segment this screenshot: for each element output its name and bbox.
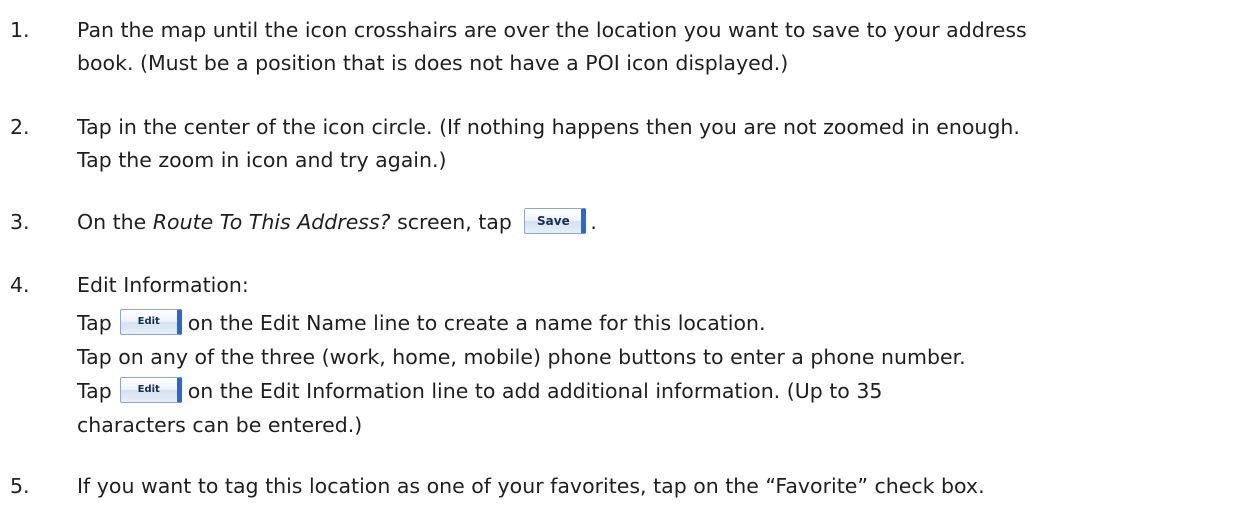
edit-name-button: Edit xyxy=(119,309,182,335)
step-3-middle: screen, tap xyxy=(390,210,519,234)
instructions-document: 1. Pan the map until the icon crosshairs… xyxy=(0,0,1258,517)
route-to-address-screen-name: Route To This Address? xyxy=(152,210,391,234)
step-4-heading: Edit Information: xyxy=(77,273,249,297)
step-5-text: If you want to tag this location as one … xyxy=(77,474,985,498)
step-3-suffix: . xyxy=(590,210,597,234)
step-3-prefix: On the xyxy=(77,210,153,234)
step-4-sub-3-suffix: on the Edit Information line to add addi… xyxy=(187,379,883,403)
edit-information-button: Edit xyxy=(119,377,182,403)
step-4-sub-3-line-2: characters can be entered.) xyxy=(77,413,363,437)
step-2-number: 2. xyxy=(10,115,30,139)
step-3-text: On the Route To This Address? screen, ta… xyxy=(77,208,597,234)
step-4-sub-1: Tap Edit on the Edit Name line to create a… xyxy=(77,309,766,335)
save-button: Save xyxy=(524,208,587,234)
step-4-sub-1-suffix: on the Edit Name line to create a name f… xyxy=(187,311,766,335)
step-2-text-line-1: Tap in the center of the icon circle. (I… xyxy=(77,115,1020,139)
step-5-number: 5. xyxy=(10,474,30,498)
step-3-number: 3. xyxy=(10,210,30,234)
step-4-sub-3: Tap Edit on the Edit Information line to a… xyxy=(77,377,883,403)
step-1-text-line-1: Pan the map until the icon crosshairs ar… xyxy=(77,18,1027,42)
step-4-sub-1-prefix: Tap xyxy=(77,311,112,335)
step-4-sub-3-prefix: Tap xyxy=(77,379,112,403)
step-1-text-line-2: book. (Must be a position that is does n… xyxy=(77,51,789,75)
step-4-number: 4. xyxy=(10,273,30,297)
step-4-sub-2: Tap on any of the three (work, home, mob… xyxy=(77,345,966,369)
step-1-number: 1. xyxy=(10,18,30,42)
step-2-text-line-2: Tap the zoom in icon and try again.) xyxy=(77,148,447,172)
